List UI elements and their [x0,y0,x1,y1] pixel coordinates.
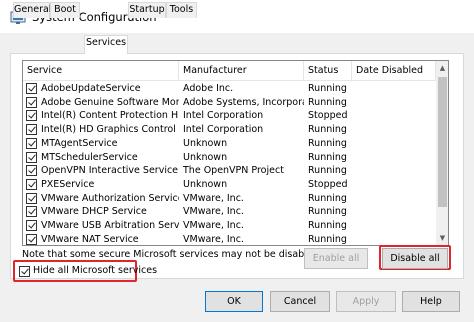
manufacturer-cell: Unknown [183,151,228,163]
table-row[interactable]: VMware DHCP Service VMware, Inc. Running [23,205,436,219]
date-disabled-cell [356,178,436,192]
service-checkbox[interactable] [26,110,37,122]
table-row[interactable]: Intel(R) HD Graphics Control Pa... Intel … [23,123,436,137]
manufacturer-cell: Adobe Inc. [183,83,234,94]
table-row[interactable]: VMware Authorization Service VMware, Inc.… [23,192,436,206]
service-checkbox[interactable] [26,192,37,204]
status-cell: Running [308,96,347,108]
manufacturer-cell: The OpenVPN Project [183,165,284,177]
scroll-up-icon[interactable]: ▲ [436,61,448,75]
service-checkbox[interactable] [26,137,37,149]
status-cell: Running [308,233,347,245]
date-disabled-cell [356,123,436,137]
service-checkbox[interactable] [26,220,37,231]
manufacturer-cell: Intel Corporation [183,124,264,136]
date-disabled-cell [356,192,436,206]
services-list[interactable]: Service Manufacturer Status Date Disable… [22,60,449,246]
hide-ms-services-label[interactable]: Hide all Microsoft services [33,265,157,276]
status-cell: Running [308,124,347,136]
service-name-cell: MTAgentService [41,137,118,149]
service-checkbox[interactable] [26,151,37,163]
date-disabled-cell [356,109,436,123]
tab-general[interactable]: General [13,2,51,18]
enable-all-button[interactable]: Enable all [304,248,368,269]
hide-ms-services-checkbox[interactable] [19,266,30,277]
manufacturer-cell: VMware, Inc. [183,192,244,204]
service-name-cell: Intel(R) Content Protection HEC... [41,110,179,122]
tab-startup[interactable]: Startup [128,2,166,18]
date-disabled-cell [356,151,436,165]
column-header-date-disabled[interactable]: Date Disabled [352,61,436,81]
column-header-service[interactable]: Service [23,61,179,81]
tab-tools[interactable]: Tools [166,2,197,18]
service-checkbox[interactable] [26,165,37,177]
secure-services-note: Note that some secure Microsoft services… [22,249,322,260]
table-row[interactable]: VMware USB Arbitration Service VMware, In… [23,219,436,233]
status-cell: Running [308,137,347,149]
service-checkbox[interactable] [26,124,37,136]
scroll-down-icon[interactable]: ▼ [436,231,448,245]
table-row[interactable]: MTSchedulerService Unknown Running [23,151,436,165]
table-row[interactable]: AdobeUpdateService Adobe Inc. Running [23,82,436,96]
date-disabled-cell [356,233,436,245]
service-name-cell: PXEService [41,178,95,190]
date-disabled-cell [356,164,436,178]
manufacturer-cell: VMware, Inc. [183,206,244,218]
status-cell: Stopped [308,110,348,122]
manufacturer-cell: VMware, Inc. [183,233,244,245]
table-row[interactable]: MTAgentService Unknown Running [23,137,436,151]
service-checkbox[interactable] [26,206,37,218]
service-name-cell: OpenVPN Interactive Service [41,165,179,177]
status-cell: Stopped [308,178,348,190]
manufacturer-cell: Adobe Systems, Incorpora... [183,96,304,108]
status-cell: Running [308,83,347,94]
apply-button[interactable]: Apply [336,291,396,312]
ok-button[interactable]: OK [205,291,263,312]
manufacturer-cell: VMware, Inc. [183,220,244,231]
column-header-manufacturer[interactable]: Manufacturer [179,61,304,81]
service-name-cell: AdobeUpdateService [41,83,141,94]
table-row[interactable]: PXEService Unknown Stopped [23,178,436,192]
status-cell: Running [308,192,347,204]
help-button[interactable]: Help [402,291,460,312]
date-disabled-cell [356,205,436,219]
service-name-cell: VMware DHCP Service [41,206,147,218]
table-row[interactable]: Intel(R) Content Protection HEC... Intel … [23,109,436,123]
list-header: Service Manufacturer Status Date Disable… [23,61,436,81]
date-disabled-cell [356,96,436,110]
manufacturer-cell: Unknown [183,137,228,149]
service-name-cell: Intel(R) HD Graphics Control Pa... [41,124,179,136]
manufacturer-cell: Intel Corporation [183,110,264,122]
service-name-cell: VMware Authorization Service [41,192,179,204]
service-checkbox[interactable] [26,96,37,108]
tab-boot[interactable]: Boot [50,2,80,18]
service-checkbox[interactable] [26,233,37,245]
service-name-cell: VMware USB Arbitration Service [41,220,179,231]
service-name-cell: MTSchedulerService [41,151,138,163]
cancel-button[interactable]: Cancel [270,291,330,312]
scroll-thumb[interactable] [438,77,447,207]
tab-services[interactable]: Services [84,35,128,54]
status-cell: Running [308,206,347,218]
disable-all-button[interactable]: Disable all [382,248,448,269]
date-disabled-cell [356,219,436,233]
manufacturer-cell: Unknown [183,178,228,190]
table-row[interactable]: OpenVPN Interactive Service The OpenVPN P… [23,164,436,178]
status-cell: Running [308,220,347,231]
service-checkbox[interactable] [26,178,37,190]
status-cell: Running [308,151,347,163]
date-disabled-cell [356,137,436,151]
service-checkbox[interactable] [26,83,37,94]
service-name-cell: Adobe Genuine Software Monito... [41,96,179,108]
status-cell: Running [308,165,347,177]
service-name-cell: VMware NAT Service [41,233,139,245]
vertical-scrollbar[interactable]: ▲ ▼ [436,61,448,245]
table-row[interactable]: VMware NAT Service VMware, Inc. Running [23,233,436,245]
column-header-status[interactable]: Status [304,61,352,81]
table-row[interactable]: Adobe Genuine Software Monito... Adobe Sy… [23,96,436,110]
date-disabled-cell [356,82,436,96]
